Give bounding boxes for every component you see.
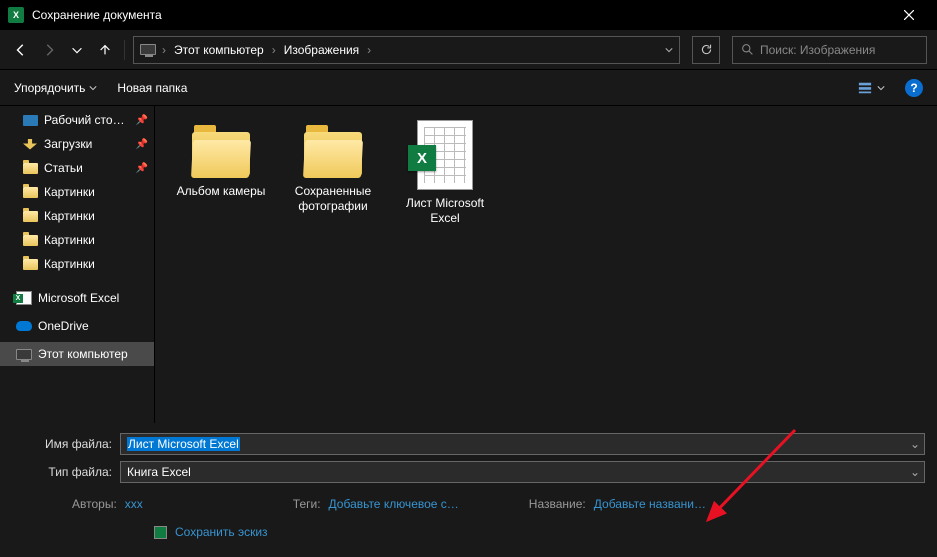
crumb-separator: › bbox=[365, 43, 373, 57]
folder-icon bbox=[22, 257, 38, 271]
sidebar-item[interactable]: Microsoft Excel bbox=[0, 286, 154, 310]
folder-icon bbox=[189, 126, 253, 178]
sidebar-item[interactable]: Картинки bbox=[0, 180, 154, 204]
excel-file-icon: X bbox=[417, 120, 473, 190]
sidebar-item-label: Картинки bbox=[44, 233, 95, 247]
search-input[interactable]: Поиск: Изображения bbox=[732, 36, 927, 64]
breadcrumb-folder[interactable]: Изображения bbox=[282, 41, 361, 59]
chevron-down-icon[interactable]: ⌄ bbox=[910, 437, 920, 451]
sidebar-item[interactable]: OneDrive bbox=[0, 314, 154, 338]
sidebar-item[interactable]: Картинки bbox=[0, 252, 154, 276]
sidebar-item[interactable]: Загрузки 📌 bbox=[0, 132, 154, 156]
window-title: Сохранение документа bbox=[32, 8, 889, 22]
metadata-row: Авторы: xxx Теги: Добавьте ключевое с… Н… bbox=[12, 489, 925, 515]
onedrive-icon bbox=[16, 319, 32, 333]
sidebar: Рабочий сто… 📌 Загрузки 📌 Статьи 📌 Картинки Кар… bbox=[0, 106, 155, 423]
filetype-select[interactable]: Книга Excel ⌄ bbox=[120, 461, 925, 483]
organize-button[interactable]: Упорядочить bbox=[14, 81, 97, 95]
file-label: Сохраненные фотографии bbox=[283, 184, 383, 214]
chevron-down-icon bbox=[877, 84, 885, 92]
folder-icon bbox=[22, 161, 38, 175]
close-icon bbox=[904, 10, 914, 20]
sidebar-item-label: Картинки bbox=[44, 257, 95, 271]
separator bbox=[124, 40, 125, 60]
tags-value[interactable]: Добавьте ключевое с… bbox=[329, 497, 459, 511]
close-button[interactable] bbox=[889, 0, 929, 30]
dialog-body: Рабочий сто… 📌 Загрузки 📌 Статьи 📌 Картинки Кар… bbox=[0, 106, 937, 423]
file-item[interactable]: X Лист Microsoft Excel bbox=[395, 118, 495, 226]
refresh-icon bbox=[700, 43, 713, 56]
pin-icon: 📌 bbox=[136, 139, 148, 150]
search-icon bbox=[741, 43, 754, 56]
new-folder-button[interactable]: Новая папка bbox=[117, 81, 187, 95]
file-item[interactable]: Альбом камеры bbox=[171, 118, 271, 199]
refresh-button[interactable] bbox=[692, 36, 720, 64]
sidebar-item-label: Картинки bbox=[44, 209, 95, 223]
file-item[interactable]: Сохраненные фотографии bbox=[283, 118, 383, 214]
folder-icon bbox=[22, 185, 38, 199]
sidebar-item-label: Microsoft Excel bbox=[38, 291, 119, 305]
search-placeholder: Поиск: Изображения bbox=[760, 43, 875, 57]
chevron-down-icon[interactable] bbox=[665, 46, 673, 54]
crumb-separator: › bbox=[270, 43, 278, 57]
filename-input[interactable]: Лист Microsoft Excel ⌄ bbox=[120, 433, 925, 455]
up-button[interactable] bbox=[94, 39, 116, 61]
sidebar-item-label: Рабочий сто… bbox=[44, 113, 125, 127]
file-label: Альбом камеры bbox=[171, 184, 271, 199]
toolbar: Упорядочить Новая папка ? bbox=[0, 70, 937, 106]
authors-label: Авторы: bbox=[72, 497, 117, 511]
sidebar-item-label: Статьи bbox=[44, 161, 83, 175]
tags-label: Теги: bbox=[293, 497, 321, 511]
title-meta-label: Название: bbox=[529, 497, 586, 511]
sidebar-item-label: OneDrive bbox=[38, 319, 89, 333]
folder-icon bbox=[301, 126, 365, 178]
navigation-bar: › Этот компьютер › Изображения › Поиск: … bbox=[0, 30, 937, 70]
sidebar-item[interactable]: Картинки bbox=[0, 204, 154, 228]
excel-app-icon: X bbox=[8, 7, 24, 23]
sidebar-item[interactable]: Рабочий сто… 📌 bbox=[0, 108, 154, 132]
pin-icon: 📌 bbox=[136, 115, 148, 126]
sidebar-item[interactable]: Картинки bbox=[0, 228, 154, 252]
bottom-panel: Имя файла: Лист Microsoft Excel ⌄ Тип фа… bbox=[0, 423, 937, 557]
chevron-down-icon[interactable]: ⌄ bbox=[910, 465, 920, 479]
sidebar-item-label: Загрузки bbox=[44, 137, 92, 151]
recent-button[interactable] bbox=[66, 39, 88, 61]
view-button[interactable] bbox=[857, 81, 885, 95]
pin-icon: 📌 bbox=[136, 163, 148, 174]
back-button[interactable] bbox=[10, 39, 32, 61]
file-list: Альбом камеры Сохраненные фотографии X Лист… bbox=[155, 106, 937, 423]
authors-value[interactable]: xxx bbox=[125, 497, 143, 511]
downloads-icon bbox=[22, 137, 38, 151]
folder-icon bbox=[22, 233, 38, 247]
excel-icon bbox=[16, 291, 32, 305]
arrow-left-icon bbox=[14, 43, 28, 57]
filetype-label: Тип файла: bbox=[12, 465, 120, 479]
thumbnail-checkbox[interactable] bbox=[154, 526, 167, 539]
sidebar-item[interactable]: Статьи 📌 bbox=[0, 156, 154, 180]
chevron-down-icon bbox=[70, 43, 84, 57]
address-bar[interactable]: › Этот компьютер › Изображения › bbox=[133, 36, 680, 64]
view-icon bbox=[857, 81, 873, 95]
pc-icon bbox=[16, 347, 32, 361]
title-bar: X Сохранение документа bbox=[0, 0, 937, 30]
thumbnail-label[interactable]: Сохранить эскиз bbox=[175, 525, 268, 539]
sidebar-item[interactable]: Этот компьютер bbox=[0, 342, 154, 366]
crumb-separator: › bbox=[160, 43, 168, 57]
breadcrumb-root[interactable]: Этот компьютер bbox=[172, 41, 266, 59]
thumbnail-row: Сохранить эскиз bbox=[12, 515, 925, 549]
chevron-down-icon bbox=[89, 84, 97, 92]
title-meta-value[interactable]: Добавьте названи… bbox=[594, 497, 706, 511]
desktop-icon bbox=[22, 113, 38, 127]
sidebar-item-label: Этот компьютер bbox=[38, 347, 128, 361]
forward-button[interactable] bbox=[38, 39, 60, 61]
filename-label: Имя файла: bbox=[12, 437, 120, 451]
arrow-right-icon bbox=[42, 43, 56, 57]
folder-icon bbox=[22, 209, 38, 223]
sidebar-item-label: Картинки bbox=[44, 185, 95, 199]
help-button[interactable]: ? bbox=[905, 79, 923, 97]
arrow-up-icon bbox=[98, 43, 112, 57]
file-label: Лист Microsoft Excel bbox=[395, 196, 495, 226]
pc-icon bbox=[140, 43, 156, 57]
